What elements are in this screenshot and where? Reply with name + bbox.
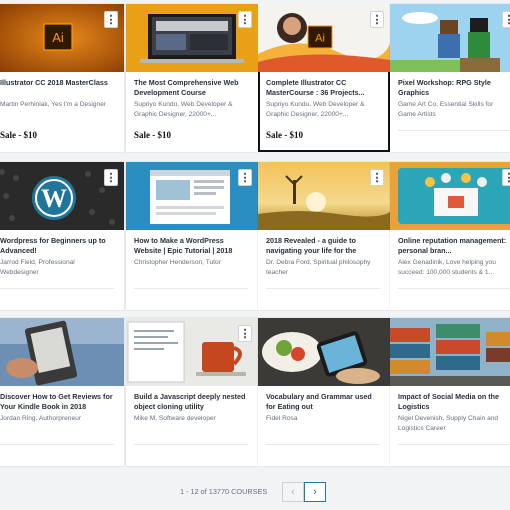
course-thumbnail[interactable] <box>390 4 510 72</box>
more-vertical-icon: ⋮ <box>239 328 251 340</box>
course-card[interactable]: Ai ⋮ Complete Illustrator CC MasterCours… <box>258 4 390 152</box>
course-card[interactable]: Vocabulary and Grammar used for Eating o… <box>258 318 390 466</box>
course-title[interactable]: How to Make a WordPress Website | Epic T… <box>134 236 248 256</box>
card-divider <box>134 444 248 445</box>
course-author: Nigel Devenish, Supply Chain and Logisti… <box>398 415 499 432</box>
svg-text:W: W <box>41 184 67 213</box>
card-menu-icon[interactable]: ⋮ <box>370 11 384 28</box>
ai-logo-text: Ai <box>315 33 325 45</box>
course-author: Christopher Henderson, Tutor <box>134 259 221 266</box>
course-card[interactable]: ⋮ 2018 Revealed - a guide to navigating … <box>258 162 390 310</box>
more-vertical-icon: ⋮ <box>105 14 117 26</box>
more-vertical-icon: ⋮ <box>105 172 117 184</box>
course-price: Sale - $10 <box>266 130 303 140</box>
course-author: Dr. Debra Ford, Spiritual philosophy tea… <box>266 259 371 276</box>
results-count: 1 - 12 of 13770 COURSES <box>180 487 268 496</box>
course-author: Martin Perhiniak, Yes I'm a Designer <box>0 101 107 108</box>
course-title[interactable]: 2018 Revealed - a guide to navigating yo… <box>266 236 380 256</box>
course-author: Mike M, Software developer <box>134 415 216 422</box>
next-page-button[interactable]: › <box>304 482 326 502</box>
card-menu-icon[interactable]: ⋮ <box>238 11 252 28</box>
previous-page-button[interactable]: ‹ <box>282 482 304 502</box>
more-vertical-icon: ⋮ <box>503 14 510 26</box>
ai-logo-text: Ai <box>52 30 64 45</box>
course-title[interactable]: Illustrator CC 2018 MasterClass <box>0 78 114 88</box>
course-author: Jordan Ring, Authorpreneur <box>0 415 82 422</box>
course-title[interactable]: Build a Javascript deeply nested object … <box>134 392 248 412</box>
course-title[interactable]: The Most Comprehensive Web Development C… <box>134 78 248 98</box>
course-title[interactable]: Complete Illustrator CC MasterCourse : 3… <box>266 78 380 98</box>
chevron-left-icon: ‹ <box>291 486 295 498</box>
course-price: Sale - $10 <box>0 130 37 140</box>
card-menu-icon[interactable]: ⋮ <box>502 11 510 28</box>
more-vertical-icon: ⋮ <box>239 14 251 26</box>
card-divider <box>266 444 380 445</box>
course-card[interactable]: Discover How to Get Reviews for Your Kin… <box>0 318 124 466</box>
card-divider <box>398 444 510 445</box>
card-menu-icon[interactable]: ⋮ <box>238 325 252 342</box>
course-author: Supriyo Kundu, Web Developer & Graphic D… <box>134 101 233 118</box>
course-thumbnail[interactable] <box>390 318 510 386</box>
course-author: Supriyo Kundu, Web Developer & Graphic D… <box>266 101 365 118</box>
course-price: Sale - $10 <box>134 130 171 140</box>
course-title[interactable]: Wordpress for Beginners up to Advanced! <box>0 236 114 256</box>
course-card[interactable]: ⋮ Pixel Workshop: RPG Style Graphics Gam… <box>390 4 510 152</box>
card-menu-icon[interactable]: ⋮ <box>370 169 384 186</box>
card-menu-icon[interactable]: ⋮ <box>104 11 118 28</box>
course-thumbnail[interactable] <box>390 162 510 230</box>
course-title[interactable]: Pixel Workshop: RPG Style Graphics <box>398 78 510 98</box>
course-author: Jarrod Field, Professional Webdesigner <box>0 259 75 276</box>
card-divider <box>398 130 510 131</box>
card-divider <box>134 288 248 289</box>
course-card[interactable]: Ai ⋮ Illustrator CC 2018 MasterClass Mar… <box>0 4 124 152</box>
course-card[interactable]: ⋮ The Most Comprehensive Web Development… <box>126 4 258 152</box>
chevron-right-icon: › <box>313 486 317 498</box>
course-title[interactable]: Online reputation management: personal b… <box>398 236 510 256</box>
more-vertical-icon: ⋮ <box>239 172 251 184</box>
more-vertical-icon: ⋮ <box>371 14 383 26</box>
more-vertical-icon: ⋮ <box>503 172 510 184</box>
card-menu-icon[interactable]: ⋮ <box>502 169 510 186</box>
card-divider <box>266 288 380 289</box>
card-menu-icon[interactable]: ⋮ <box>238 169 252 186</box>
pagination-bar: 1 - 12 of 13770 COURSES ‹ › <box>0 482 510 502</box>
course-card[interactable]: ⋮ Build a Javascript deeply nested objec… <box>126 318 258 466</box>
course-author: Game Art Co, Essential Skills for Game A… <box>398 101 494 118</box>
course-card[interactable]: Impact of Social Media on the Logistics … <box>390 318 510 466</box>
course-card[interactable]: ⋮ How to Make a WordPress Website | Epic… <box>126 162 258 310</box>
card-divider <box>398 288 510 289</box>
course-card[interactable]: ⋮ Online reputation management: personal… <box>390 162 510 310</box>
card-divider <box>0 288 114 289</box>
course-card[interactable]: W ⋮ Wordpress for Beginners up to Advanc… <box>0 162 124 310</box>
card-divider <box>0 444 114 445</box>
more-vertical-icon: ⋮ <box>371 172 383 184</box>
course-author: Alex Genadinik, Love helping you succeed… <box>398 259 496 276</box>
course-thumbnail[interactable] <box>258 318 390 386</box>
course-title[interactable]: Impact of Social Media on the Logistics <box>398 392 510 412</box>
course-author: Fidel Rosa <box>266 415 298 422</box>
course-grid: Ai ⋮ Illustrator CC 2018 MasterClass Mar… <box>0 0 510 480</box>
course-thumbnail[interactable] <box>0 318 124 386</box>
card-menu-icon[interactable]: ⋮ <box>104 169 118 186</box>
course-title[interactable]: Discover How to Get Reviews for Your Kin… <box>0 392 114 412</box>
course-title[interactable]: Vocabulary and Grammar used for Eating o… <box>266 392 380 412</box>
